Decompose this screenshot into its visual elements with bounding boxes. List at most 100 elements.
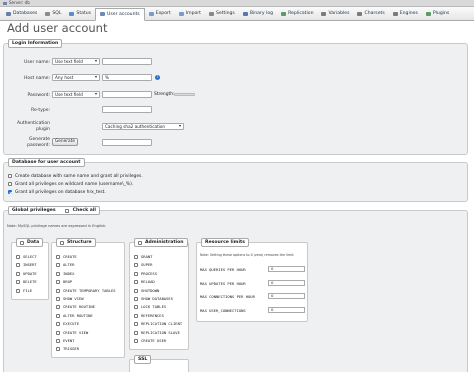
privilege-item[interactable]: SHOW DATABASES: [134, 296, 173, 301]
privilege-checkbox[interactable]: [56, 313, 60, 318]
privilege-item[interactable]: SHOW VIEW: [56, 296, 84, 301]
tab-user-accounts[interactable]: User accounts: [95, 7, 145, 21]
database-option-checkbox[interactable]: [8, 174, 12, 178]
tab-variables[interactable]: Variables: [317, 9, 353, 19]
privilege-checkbox[interactable]: [134, 305, 138, 310]
check-all-checkbox[interactable]: [64, 208, 69, 213]
tab-export[interactable]: Export: [145, 9, 175, 19]
privilege-checkbox[interactable]: [134, 322, 138, 327]
help-icon[interactable]: ?: [155, 75, 160, 80]
resource-limit-input[interactable]: 0: [268, 279, 305, 286]
privilege-checkbox[interactable]: [56, 255, 60, 259]
tab-sql[interactable]: SQL: [41, 9, 65, 19]
privilege-item[interactable]: LOCK TABLES: [134, 304, 166, 310]
privilege-checkbox[interactable]: [16, 288, 20, 293]
privilege-item[interactable]: SUPER: [134, 262, 152, 268]
privilege-checkbox[interactable]: [134, 288, 138, 293]
privilege-checkbox[interactable]: [16, 271, 20, 276]
privilege-item[interactable]: GRANT: [134, 254, 152, 259]
user-name-input[interactable]: [102, 58, 152, 65]
host-name-input[interactable]: %: [102, 74, 152, 81]
privilege-item[interactable]: DROP: [56, 279, 72, 285]
user-name-type-select[interactable]: Use text field: [52, 58, 100, 65]
tab-settings[interactable]: Settings: [205, 9, 239, 19]
administration-check-all-checkbox[interactable]: [138, 240, 142, 245]
tab-engines[interactable]: Engines: [389, 9, 422, 19]
privilege-checkbox[interactable]: [134, 263, 138, 268]
tab-status[interactable]: Status: [65, 9, 95, 19]
privilege-item[interactable]: SHUTDOWN: [134, 288, 159, 293]
generated-password-input[interactable]: [102, 139, 152, 146]
privilege-checkbox[interactable]: [56, 288, 60, 293]
resource-limit-input[interactable]: 0: [268, 266, 305, 272]
privilege-item[interactable]: ALTER ROUTINE: [56, 313, 93, 318]
password-strength-meter: [174, 93, 195, 96]
privilege-item[interactable]: PROCESS: [134, 271, 157, 276]
database-option-label[interactable]: Create database with same name and grant…: [15, 174, 143, 179]
privilege-checkbox[interactable]: [134, 339, 138, 343]
privilege-item[interactable]: EXECUTE: [56, 321, 79, 327]
privilege-item[interactable]: EVENT: [56, 338, 74, 343]
privilege-item[interactable]: UPDATE: [16, 271, 37, 276]
privilege-item[interactable]: ALTER: [56, 262, 74, 268]
password-type-select[interactable]: Use text field: [52, 91, 100, 98]
privilege-item[interactable]: CREATE USER: [134, 338, 166, 343]
privilege-checkbox[interactable]: [134, 313, 138, 318]
privilege-checkbox[interactable]: [56, 322, 60, 327]
privilege-checkbox[interactable]: [16, 280, 20, 285]
privilege-item[interactable]: CREATE TEMPORARY TABLES: [56, 288, 116, 293]
database-option-checkbox[interactable]: [8, 182, 12, 186]
privilege-checkbox[interactable]: [56, 347, 60, 352]
privilege-checkbox[interactable]: [56, 280, 60, 285]
tab-replication[interactable]: Replication: [277, 9, 317, 19]
privilege-item[interactable]: SELECT: [16, 254, 37, 259]
administration-privileges-group: Administration GRANT SUPER PROCESS RELOAD SH…: [129, 238, 189, 350]
privilege-item[interactable]: REPLICATION CLIENT: [134, 321, 182, 327]
database-option-checkbox[interactable]: [8, 190, 12, 194]
password-input[interactable]: [102, 91, 152, 98]
privilege-item[interactable]: DELETE: [16, 279, 37, 285]
resource-limit-input[interactable]: 0: [268, 306, 305, 313]
privilege-checkbox[interactable]: [134, 271, 138, 276]
privilege-checkbox[interactable]: [56, 339, 60, 343]
host-name-type-select[interactable]: Any host: [52, 74, 100, 81]
privilege-checkbox[interactable]: [56, 271, 60, 276]
check-all-label[interactable]: Check all: [73, 208, 96, 213]
privilege-checkbox[interactable]: [134, 255, 138, 259]
privilege-checkbox[interactable]: [16, 263, 20, 268]
data-check-all-checkbox[interactable]: [20, 240, 24, 245]
database-option-label[interactable]: Grant all privileges on wildcard name (u…: [15, 182, 133, 187]
ssl-legend: SSL: [134, 355, 152, 364]
tab-binary-log[interactable]: Binary log: [239, 9, 277, 19]
retype-password-input[interactable]: [102, 106, 152, 113]
privilege-item[interactable]: CREATE ROUTINE: [56, 304, 95, 310]
tab-import[interactable]: Import: [175, 9, 205, 19]
variables-icon: [321, 11, 327, 16]
privilege-checkbox[interactable]: [56, 297, 60, 301]
privilege-item[interactable]: INSERT: [16, 262, 37, 268]
structure-check-all-checkbox[interactable]: [60, 240, 64, 245]
privilege-item[interactable]: CREATE: [56, 254, 77, 259]
privilege-item[interactable]: REPLICATION SLAVE: [134, 330, 180, 335]
generate-password-button[interactable]: Generate: [52, 138, 78, 146]
privilege-item[interactable]: REFERENCES: [134, 313, 164, 318]
privilege-item[interactable]: INDEX: [56, 271, 74, 276]
privilege-item[interactable]: RELOAD: [134, 279, 155, 285]
privilege-item[interactable]: FILE: [16, 288, 32, 293]
privilege-checkbox[interactable]: [134, 297, 138, 301]
privilege-checkbox[interactable]: [56, 330, 60, 335]
tab-plugins[interactable]: Plugins: [422, 9, 453, 19]
privilege-checkbox[interactable]: [134, 330, 138, 335]
tab-charsets[interactable]: Charsets: [353, 9, 388, 19]
privilege-checkbox[interactable]: [134, 280, 138, 285]
tab-databases[interactable]: Databases: [2, 9, 41, 19]
privilege-item[interactable]: TRIGGER: [56, 346, 79, 352]
database-option-label[interactable]: Grant all privileges on database hrx_tes…: [15, 190, 106, 195]
privilege-checkbox[interactable]: [56, 305, 60, 310]
privilege-item[interactable]: CREATE VIEW: [56, 330, 88, 335]
resource-limit-input[interactable]: 0: [268, 293, 305, 299]
privilege-checkbox[interactable]: [56, 263, 60, 268]
privilege-checkbox[interactable]: [16, 255, 20, 259]
binary-log-icon: [242, 11, 248, 16]
auth-plugin-select[interactable]: Caching sha2 authentication: [102, 123, 184, 130]
